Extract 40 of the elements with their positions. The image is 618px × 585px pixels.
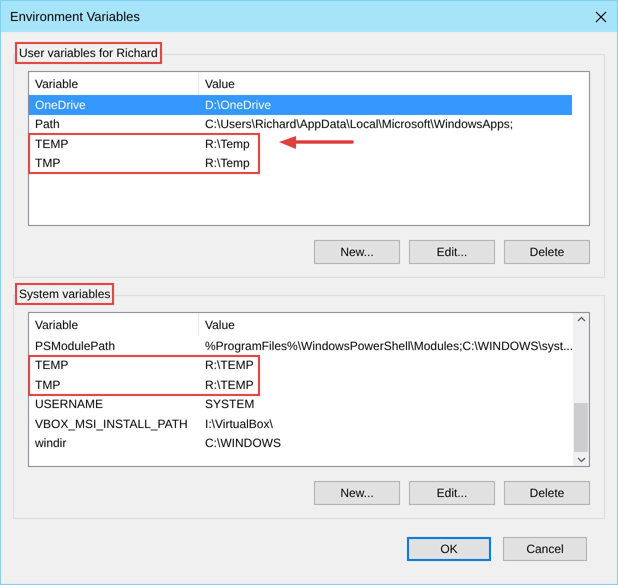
variable-name: TMP — [34, 376, 62, 394]
variable-name: Path — [34, 116, 61, 134]
column-header[interactable]: Variable — [29, 313, 199, 336]
column-header[interactable]: Value — [199, 72, 572, 95]
variable-name: TMP — [34, 155, 62, 172]
column-header[interactable]: Value — [199, 313, 574, 336]
dialog-button[interactable]: OK — [407, 537, 491, 561]
window-title: Environment Variables — [10, 8, 141, 26]
variable-value: %ProgramFiles%\WindowsPowerShell\Modules;C:\WINDOWS\syst... — [204, 338, 574, 355]
scroll-up-icon[interactable] — [576, 316, 586, 322]
variable-list[interactable]: Variable Value PSModulePath %ProgramFiles%\WindowsPowerShell\Modules;C:\WINDOWS\syst... TEMP R:\TEMP TMP R:\TEMP USERNAME SYSTEM VBOX_MSI_INSTALL_PATH I:\VirtualBox\ windir C:\WINDOWS — [28, 312, 590, 467]
variable-value: R:\TEMP — [204, 357, 255, 374]
action-button[interactable]: Edit... — [409, 481, 495, 505]
variable-name: PSModulePath — [34, 338, 116, 355]
dialog-button[interactable]: Cancel — [503, 537, 587, 561]
variable-name: TEMP — [34, 357, 70, 374]
variable-name: USERNAME — [34, 396, 104, 414]
variable-value: D:\OneDrive — [204, 96, 272, 114]
variable-name: OneDrive — [34, 96, 87, 114]
variable-value: R:\Temp — [204, 136, 251, 153]
variable-value: SYSTEM — [204, 396, 256, 414]
action-button[interactable]: New... — [314, 481, 400, 505]
action-button[interactable]: Edit... — [409, 240, 495, 264]
scroll-thumb[interactable] — [574, 403, 588, 452]
scroll-down-icon[interactable] — [576, 457, 586, 463]
variable-value: I:\VirtualBox\ — [204, 416, 274, 433]
action-button[interactable]: Delete — [504, 240, 590, 264]
variable-name: TEMP — [34, 136, 70, 153]
action-button[interactable]: Delete — [504, 481, 590, 505]
variable-name: VBOX_MSI_INSTALL_PATH — [34, 416, 189, 433]
variable-value: C:\Users\Richard\AppData\Local\Microsoft\WindowsApps; — [204, 116, 514, 134]
group-label: System variables — [17, 285, 112, 303]
variable-name: windir — [34, 435, 68, 452]
scrollbar[interactable] — [573, 313, 589, 466]
variable-list[interactable]: Variable Value OneDrive D:\OneDrive Path C:\Users\Richard\AppData\Local\Microsoft\WindowsApps; TEMP R:\Temp TMP R:\Temp — [28, 71, 590, 226]
variable-value: C:\WINDOWS — [204, 435, 282, 452]
variable-value: R:\TEMP — [204, 376, 255, 394]
close-icon[interactable] — [595, 10, 607, 22]
action-button[interactable]: New... — [314, 240, 400, 264]
variable-value: R:\Temp — [204, 155, 251, 172]
